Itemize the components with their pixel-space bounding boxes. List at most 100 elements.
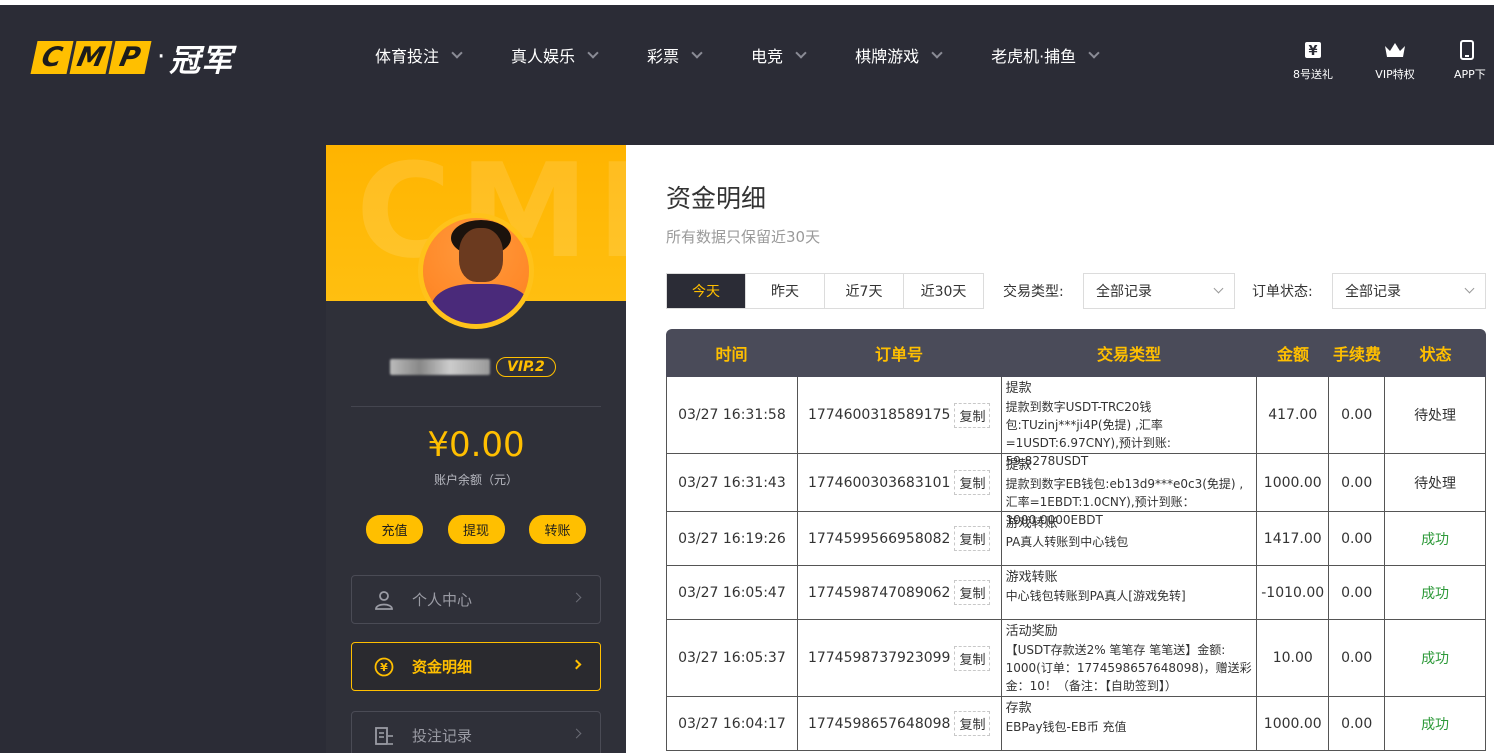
menu-bet-records[interactable]: 投注记录 bbox=[351, 711, 601, 753]
table-row: 03/27 16:19:26 1774599566958082 复制 游戏转账 PA… bbox=[666, 512, 1486, 566]
table-row: 03/27 16:31:58 1774600318589175 复制 提款 提款到数… bbox=[666, 377, 1486, 468]
transactions-table: 时间 订单号 交易类型 金额 手续费 状态 03/27 16:31:58 177… bbox=[666, 329, 1486, 751]
app-download-link[interactable]: APP下 bbox=[1454, 39, 1494, 82]
chevron-down-icon bbox=[795, 46, 807, 59]
order-status-select[interactable]: 全部记录 bbox=[1332, 273, 1486, 309]
site-header: C M P · 冠军 体育投注 真人娱乐 彩票 电竞 棋牌游戏 老虎机·捕鱼 ¥… bbox=[0, 5, 1494, 105]
cell-status: 成功 bbox=[1385, 697, 1486, 750]
table-row: 03/27 16:05:37 1774598737923099 复制 活动奖励 【U… bbox=[666, 620, 1486, 697]
wallet-actions: 充值 提现 转账 bbox=[366, 515, 586, 544]
vip-badge: VIP.2 bbox=[496, 357, 556, 377]
cell-amount: -1010.00 bbox=[1257, 566, 1330, 619]
cell-type: 游戏转账中心钱包转账到PA真人[游戏免转] bbox=[1002, 566, 1258, 619]
nav-card-games[interactable]: 棋牌游戏 bbox=[855, 43, 943, 67]
cell-type: 游戏转账 PA真人转账到中心钱包 bbox=[1002, 512, 1258, 565]
menu-fund-details[interactable]: ¥ 资金明细 bbox=[351, 642, 601, 691]
chevron-down-icon bbox=[1088, 46, 1100, 59]
svg-text:¥: ¥ bbox=[380, 661, 388, 674]
chevron-down-icon bbox=[451, 46, 463, 59]
nav-lottery[interactable]: 彩票 bbox=[647, 43, 703, 67]
logo-chinese-name: 冠军 bbox=[169, 42, 234, 79]
select-value: 全部记录 bbox=[1096, 284, 1152, 300]
tab-yesterday[interactable]: 昨天 bbox=[746, 274, 825, 308]
copy-button[interactable]: 复制 bbox=[954, 470, 991, 495]
table-row: 03/27 16:05:47 1774598747089062 复制 游戏转账 中心… bbox=[666, 566, 1486, 620]
gift-8th-link[interactable]: ¥ 8号送礼 bbox=[1290, 39, 1336, 82]
cell-type: 存款 EBPay钱包-EB币 充值 bbox=[1002, 697, 1258, 750]
withdraw-button[interactable]: 提现 bbox=[447, 515, 505, 544]
type-title: 存款 bbox=[1005, 701, 1032, 716]
shortcut-label: 8号送礼 bbox=[1293, 68, 1333, 81]
yen-gift-icon: ¥ bbox=[1303, 39, 1323, 61]
nav-label: 真人娱乐 bbox=[511, 47, 576, 66]
logo-letter-m: M bbox=[69, 40, 113, 74]
balance-amount: ¥0.00 bbox=[427, 425, 525, 465]
transfer-button[interactable]: 转账 bbox=[529, 515, 586, 544]
nav-label: 老虎机·捕鱼 bbox=[991, 47, 1077, 66]
copy-button[interactable]: 复制 bbox=[954, 645, 991, 671]
cell-type: 提款 提款到数字EB钱包:eb13d9***e0c3(免提) ,汇率=1EBDT:… bbox=[1002, 454, 1258, 527]
cell-type: 活动奖励【USDT存款送2% 笔笔存 笔笔送】金额: 1000(订单：17745… bbox=[1002, 620, 1258, 696]
avatar[interactable] bbox=[418, 213, 534, 329]
chevron-right-icon bbox=[571, 659, 582, 670]
profile-sidebar: CMP VIP.2 ¥0.00 账户余额（元） 充值 提现 转账 个人中心 ¥ … bbox=[326, 145, 626, 753]
table-row: 03/27 16:04:17 1774598657648098 复制 存款 EBPa… bbox=[666, 697, 1486, 751]
menu-personal-center[interactable]: 个人中心 bbox=[351, 575, 601, 624]
copy-button[interactable]: 复制 bbox=[954, 402, 991, 428]
copy-button[interactable]: 复制 bbox=[954, 526, 991, 551]
column-header: 时间 bbox=[715, 345, 748, 364]
chevron-down-icon bbox=[931, 46, 943, 59]
cell-order: 1774598747089062 复制 bbox=[798, 566, 1002, 619]
order-number: 1774600303683101 bbox=[807, 474, 951, 491]
tab-last-7-days[interactable]: 近7天 bbox=[825, 274, 904, 308]
yen-circle-icon: ¥ bbox=[374, 657, 394, 677]
column-header: 状态 bbox=[1419, 345, 1452, 364]
nav-label: 棋牌游戏 bbox=[855, 47, 920, 66]
column-header: 交易类型 bbox=[1096, 345, 1161, 364]
type-description: 【USDT存款送2% 笔笔存 笔笔送】金额: 1000(订单：177459865… bbox=[1005, 643, 1252, 693]
type-title: 游戏转账 bbox=[1005, 570, 1058, 585]
vip-privilege-link[interactable]: VIP特权 bbox=[1372, 39, 1418, 82]
menu-label: 投注记录 bbox=[412, 727, 473, 745]
order-number: 1774598657648098 bbox=[807, 715, 951, 732]
deposit-button[interactable]: 充值 bbox=[366, 515, 423, 544]
shortcut-label: VIP特权 bbox=[1375, 68, 1415, 81]
type-title: 活动奖励 bbox=[1005, 624, 1058, 639]
order-number: 1774598747089062 bbox=[807, 584, 951, 601]
copy-button[interactable]: 复制 bbox=[954, 711, 991, 736]
menu-label: 个人中心 bbox=[412, 591, 473, 609]
chevron-right-icon bbox=[571, 592, 582, 603]
logo-letter-p: P bbox=[108, 40, 152, 74]
nav-esports[interactable]: 电竞 bbox=[751, 43, 807, 67]
phone-icon bbox=[1460, 39, 1474, 61]
table-header: 时间 订单号 交易类型 金额 手续费 状态 bbox=[666, 329, 1486, 377]
order-number: 1774599566958082 bbox=[807, 530, 951, 547]
column-header: 订单号 bbox=[874, 345, 923, 364]
crown-icon bbox=[1383, 39, 1407, 61]
cell-order: 1774600318589175 复制 bbox=[798, 377, 1002, 453]
column-header: 金额 bbox=[1276, 345, 1309, 364]
balance-label: 账户余额（元） bbox=[433, 473, 518, 487]
main-nav: 体育投注 真人娱乐 彩票 电竞 棋牌游戏 老虎机·捕鱼 bbox=[375, 43, 1100, 67]
copy-button[interactable]: 复制 bbox=[954, 580, 991, 605]
tab-last-30-days[interactable]: 近30天 bbox=[904, 274, 983, 308]
tab-today[interactable]: 今天 bbox=[667, 274, 746, 308]
transaction-type-label: 交易类型: bbox=[1003, 284, 1064, 300]
transaction-type-select[interactable]: 全部记录 bbox=[1083, 273, 1235, 309]
cell-fee: 0.00 bbox=[1329, 377, 1386, 453]
nav-label: 体育投注 bbox=[375, 47, 440, 66]
site-logo[interactable]: C M P · 冠军 bbox=[30, 39, 233, 79]
cell-fee: 0.00 bbox=[1329, 512, 1386, 565]
cell-fee: 0.00 bbox=[1329, 697, 1386, 750]
nav-sports[interactable]: 体育投注 bbox=[375, 43, 463, 67]
nav-slots-fishing[interactable]: 老虎机·捕鱼 bbox=[991, 43, 1100, 67]
cell-order: 1774600303683101 复制 bbox=[798, 454, 1002, 511]
order-number: 1774598737923099 bbox=[807, 650, 951, 666]
cell-status: 待处理 bbox=[1385, 377, 1486, 453]
nav-live-casino[interactable]: 真人娱乐 bbox=[511, 43, 599, 67]
column-header: 手续费 bbox=[1332, 345, 1381, 364]
header-shortcuts: ¥ 8号送礼 VIP特权 APP下 bbox=[1290, 39, 1494, 82]
cell-status: 成功 bbox=[1385, 566, 1486, 619]
chevron-down-icon bbox=[1464, 283, 1475, 294]
type-description: 中心钱包转账到PA真人[游戏免转] bbox=[1005, 589, 1186, 603]
